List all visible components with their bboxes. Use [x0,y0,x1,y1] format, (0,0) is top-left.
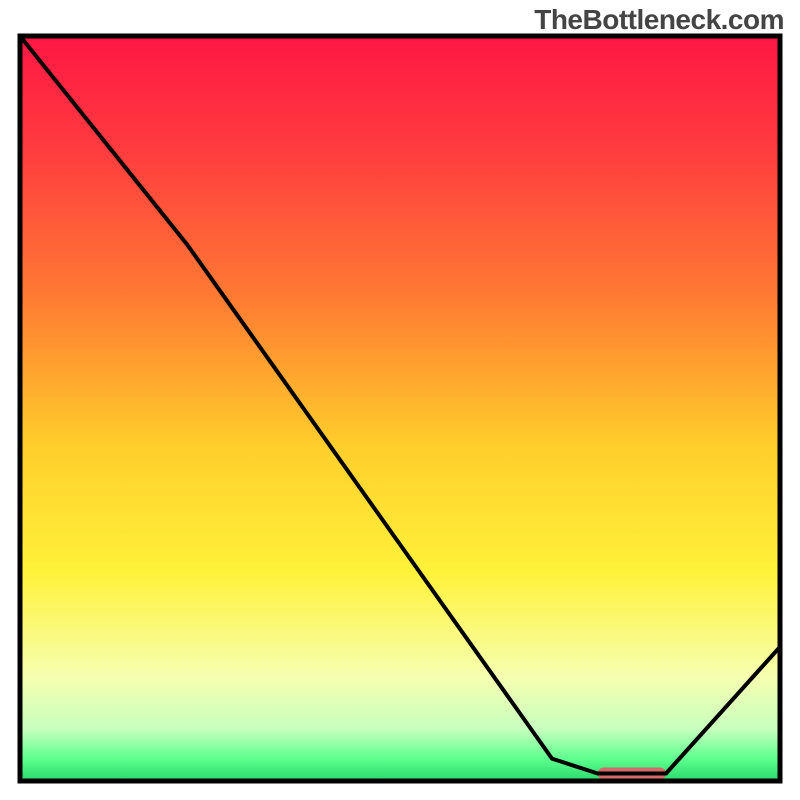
watermark-text: TheBottleneck.com [534,4,784,36]
gradient-background [20,36,780,781]
bottleneck-chart [0,0,800,800]
chart-frame: TheBottleneck.com [0,0,800,800]
